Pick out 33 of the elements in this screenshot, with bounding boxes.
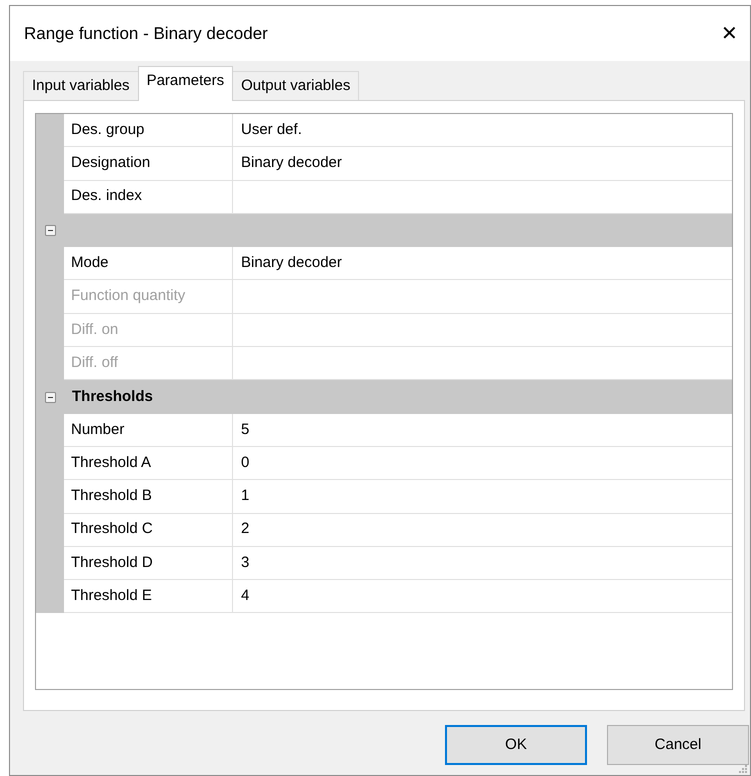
property-label: Designation <box>64 147 233 181</box>
property-value[interactable]: Binary decoder <box>233 147 732 181</box>
cancel-button[interactable]: Cancel <box>607 725 749 765</box>
property-value[interactable]: User def. <box>233 114 732 148</box>
property-label: Threshold D <box>64 546 233 580</box>
resize-grip-icon <box>738 764 748 774</box>
window-title: Range function - Binary decoder <box>24 22 268 45</box>
tab[interactable]: Output variables <box>232 70 360 101</box>
property-label: Diff. on <box>64 314 233 348</box>
property-label: Mode <box>64 247 233 280</box>
collapse-icon[interactable] <box>44 225 56 236</box>
row-gutter <box>36 114 64 148</box>
property-value[interactable]: 3 <box>233 546 732 580</box>
property-value[interactable]: 1 <box>233 480 732 514</box>
tab[interactable]: Input variables <box>23 70 139 101</box>
property-label: Threshold B <box>64 480 233 514</box>
tab[interactable]: Parameters <box>138 66 234 101</box>
property-value[interactable]: Binary decoder <box>233 247 732 280</box>
property-label: Threshold E <box>64 580 233 614</box>
property-value[interactable]: 5 <box>233 414 732 447</box>
property-label: Function quantity <box>64 280 233 314</box>
row-gutter <box>36 580 64 614</box>
close-button[interactable]: ✕ <box>717 24 742 44</box>
property-label: Threshold C <box>64 514 233 547</box>
property-label: Threshold A <box>64 446 233 480</box>
property-value[interactable]: 0 <box>233 446 732 480</box>
ok-button[interactable]: OK <box>445 725 587 765</box>
category-title: Thresholds <box>72 386 153 407</box>
property-value[interactable]: 2 <box>233 514 732 547</box>
collapse-icon[interactable] <box>44 392 56 403</box>
property-value[interactable]: 4 <box>233 580 732 614</box>
property-label: Number <box>64 414 233 447</box>
property-label: Des. group <box>64 114 233 148</box>
